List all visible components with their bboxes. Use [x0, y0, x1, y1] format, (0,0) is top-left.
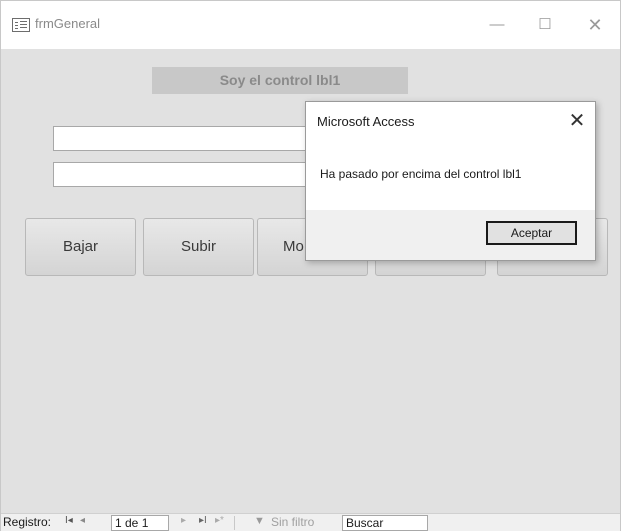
dialog-footer: Aceptar: [306, 210, 595, 260]
bajar-button[interactable]: Bajar: [25, 218, 136, 276]
label-lbl1: Soy el control lbl1: [152, 67, 408, 94]
filter-icon[interactable]: ▼: [254, 515, 265, 527]
title-bar: frmGeneral — ☐ ✕: [1, 1, 620, 49]
subir-button[interactable]: Subir: [143, 218, 254, 276]
form-icon: [12, 18, 30, 32]
maximize-button[interactable]: ☐: [523, 10, 567, 40]
message-dialog: Microsoft Access ✕ Ha pasado por encima …: [305, 101, 596, 261]
nav-divider: [234, 516, 235, 530]
previous-record-icon[interactable]: ◂: [80, 515, 85, 526]
close-window-button[interactable]: ✕: [573, 10, 617, 40]
filter-label[interactable]: Sin filtro: [271, 515, 314, 529]
aceptar-button[interactable]: Aceptar: [486, 221, 577, 245]
record-label: Registro:: [3, 515, 52, 529]
minimize-button[interactable]: —: [475, 10, 519, 40]
last-record-icon[interactable]: ▸I: [199, 515, 207, 526]
record-navigation-bar: Registro: I◂ ◂ 1 de 1 ▸ ▸I ▸* ▼ Sin filt…: [1, 513, 620, 531]
new-record-icon[interactable]: ▸*: [215, 515, 224, 526]
next-record-icon[interactable]: ▸: [181, 515, 186, 526]
dialog-title: Microsoft Access: [317, 114, 415, 129]
access-form-window: frmGeneral — ☐ ✕ Soy el control lbl1 Baj…: [0, 0, 621, 531]
window-title: frmGeneral: [35, 16, 101, 31]
first-record-icon[interactable]: I◂: [65, 515, 73, 526]
dialog-message: Ha pasado por encima del control lbl1: [320, 167, 522, 181]
current-record-field[interactable]: 1 de 1: [111, 515, 169, 531]
dialog-close-icon[interactable]: ✕: [564, 108, 590, 134]
search-input[interactable]: Buscar: [342, 515, 428, 531]
